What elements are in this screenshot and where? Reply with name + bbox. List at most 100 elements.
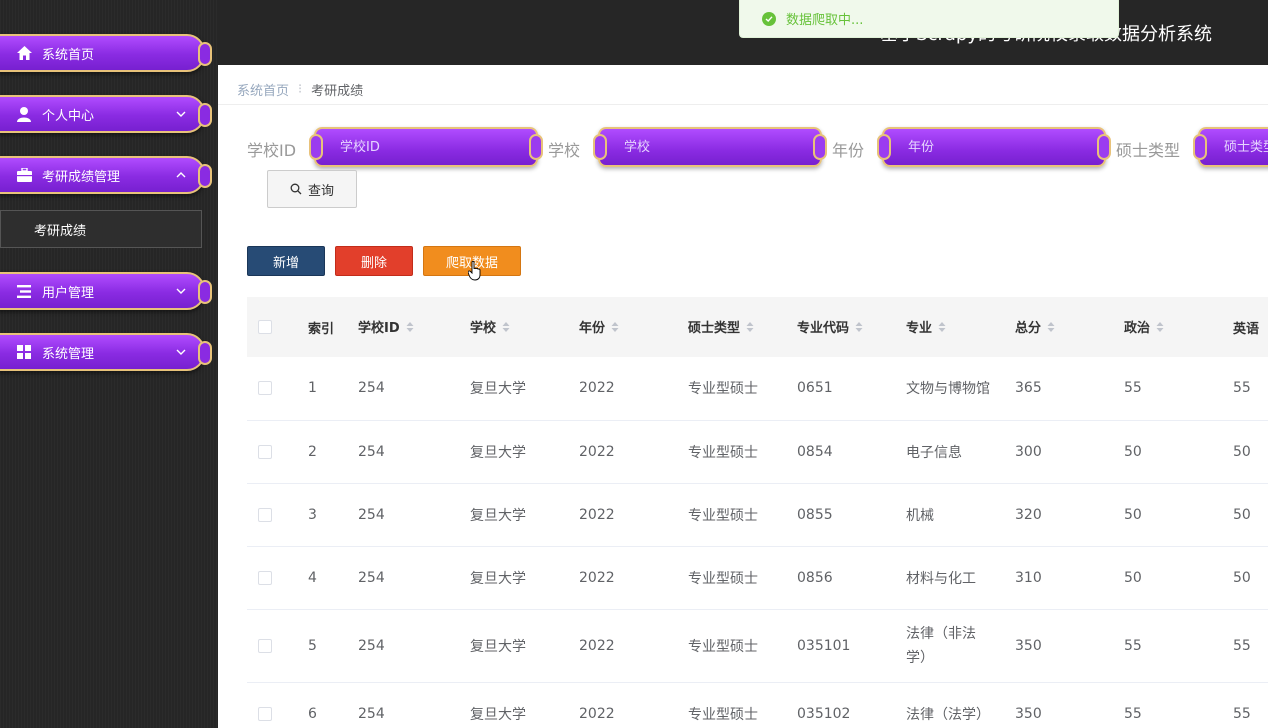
input-cap-decoration — [877, 134, 891, 160]
column-header-sortable[interactable]: 总分 — [1015, 297, 1124, 357]
table-cell: 50 — [1233, 506, 1251, 523]
year-input-wrap — [877, 127, 1111, 167]
hand-cursor-icon — [467, 260, 482, 285]
row-select-cell — [247, 357, 308, 420]
column-header-label: 专业代码 — [797, 321, 850, 337]
column-header-sortable[interactable]: 学校 — [470, 297, 579, 357]
row-checkbox[interactable] — [258, 507, 272, 522]
sidebar-item-home[interactable]: 系统首页 — [0, 34, 212, 72]
table-cell: 复旦大学 — [470, 638, 526, 655]
sidebar-item-label: 系统管理 — [42, 346, 95, 362]
breadcrumb-home[interactable]: 系统首页 — [237, 80, 289, 99]
row-checkbox[interactable] — [258, 706, 272, 721]
add-button[interactable]: 新增 — [247, 246, 325, 276]
query-button[interactable]: 查询 — [267, 170, 357, 208]
column-header-label: 学校 — [470, 321, 497, 337]
row-select-cell — [247, 546, 308, 609]
sidebar-item-personal-center[interactable]: 个人中心 — [0, 95, 212, 133]
column-header-label: 英语 — [1233, 321, 1260, 337]
table-cell: 4 — [308, 569, 317, 586]
home-icon — [16, 45, 32, 61]
sort-icon[interactable] — [502, 321, 510, 337]
row-checkbox[interactable] — [258, 444, 272, 459]
scores-table: 索引 学校ID 学校 年份 硕士类型 专业代码 专业 总分 政治 英语 1 25… — [247, 297, 1268, 728]
table-cell: 0856 — [797, 569, 833, 586]
input-cap-decoration — [529, 134, 543, 160]
sidebar-item-system-management[interactable]: 系统管理 — [0, 333, 212, 371]
table-cell: 复旦大学 — [470, 706, 526, 723]
column-header-sortable[interactable]: 专业 — [906, 297, 1015, 357]
column-header-label: 年份 — [579, 321, 606, 337]
breadcrumb: 系统首页 ⁝ 考研成绩 — [237, 80, 363, 99]
input-cap-decoration — [813, 134, 827, 160]
column-header-label: 学校ID — [358, 321, 400, 337]
table-header-row: 索引 学校ID 学校 年份 硕士类型 专业代码 专业 总分 政治 英语 — [247, 297, 1268, 357]
year-input[interactable] — [884, 129, 1104, 165]
main-content: 系统首页 ⁝ 考研成绩 学校ID 学校 年份 硕士类型 查询 新增 删除 爬取数… — [218, 65, 1268, 728]
row-checkbox[interactable] — [258, 570, 272, 585]
table-cell: 专业型硕士 — [688, 570, 758, 587]
table-cell: 254 — [358, 443, 385, 460]
table-cell: 254 — [358, 380, 385, 397]
table-cell: 复旦大学 — [470, 444, 526, 461]
breadcrumb-separator: ⁝ — [298, 82, 303, 97]
sort-icon[interactable] — [611, 321, 619, 337]
table-cell: 254 — [358, 506, 385, 523]
column-header-sortable[interactable]: 专业代码 — [797, 297, 906, 357]
input-cap-decoration — [593, 134, 607, 160]
row-select-cell — [247, 682, 308, 728]
sidebar-item-user-management[interactable]: 用户管理 — [0, 272, 212, 310]
table-cell: 55 — [1124, 637, 1142, 654]
sort-icon[interactable] — [1047, 321, 1055, 337]
sort-icon[interactable] — [406, 321, 414, 337]
school-id-input[interactable] — [316, 129, 536, 165]
table-row: 3 254 复旦大学 2022 专业型硕士 0855 机械 320 50 50 — [247, 483, 1268, 546]
table-cell: 254 — [358, 705, 385, 722]
column-header-sortable[interactable]: 年份 — [579, 297, 688, 357]
degree-type-input[interactable] — [1200, 129, 1268, 165]
column-header-sortable[interactable]: 学校ID — [358, 297, 470, 357]
major-text: 法律（非法学） — [906, 625, 976, 666]
sort-icon[interactable] — [855, 321, 863, 337]
select-all-checkbox[interactable] — [258, 320, 272, 334]
sidebar-item-label: 考研成绩管理 — [42, 169, 121, 185]
table-cell: 复旦大学 — [470, 507, 526, 524]
table-cell: 300 — [1015, 443, 1042, 460]
row-checkbox[interactable] — [258, 638, 272, 653]
sort-icon[interactable] — [938, 321, 946, 337]
input-cap-decoration — [309, 134, 323, 160]
toast-message: 数据爬取中... — [786, 13, 864, 28]
chevron-up-icon — [175, 169, 187, 181]
crawling-toast: 数据爬取中... — [739, 0, 1119, 38]
sidebar-subitem-exam-scores[interactable]: 考研成绩 — [0, 210, 202, 248]
sort-icon[interactable] — [746, 321, 754, 337]
table-cell: 0854 — [797, 443, 833, 460]
table-cell: 3 — [308, 506, 317, 523]
row-checkbox[interactable] — [258, 381, 272, 396]
table-cell: 254 — [358, 569, 385, 586]
column-header-sortable[interactable]: 政治 — [1124, 297, 1233, 357]
table-cell: 机械 — [906, 507, 934, 524]
table-cell: 50 — [1124, 569, 1142, 586]
delete-button[interactable]: 删除 — [335, 246, 413, 276]
success-check-icon — [762, 11, 776, 26]
search-label-degree-type: 硕士类型 — [1116, 141, 1181, 160]
table-cell: 法律（非法学） — [906, 609, 1015, 682]
search-icon — [290, 183, 302, 195]
table-cell: 5 — [308, 637, 317, 654]
column-header-sortable[interactable]: 硕士类型 — [688, 297, 797, 357]
table-cell: 专业型硕士 — [688, 444, 758, 461]
sort-icon[interactable] — [1156, 321, 1164, 337]
column-header-sortable[interactable]: 英语 — [1233, 297, 1268, 357]
school-input[interactable] — [600, 129, 820, 165]
search-label-school: 学校 — [548, 141, 581, 160]
query-button-label: 查询 — [307, 183, 334, 199]
chevron-down-icon — [175, 285, 187, 297]
chevron-down-icon — [175, 346, 187, 358]
sidebar: 系统首页 个人中心 考研成绩管理 考研成绩 用户管理 系统管理 — [0, 0, 218, 728]
menu-knob-decoration — [198, 280, 212, 304]
table-cell: 1 — [308, 380, 317, 397]
sidebar-item-exam-score-management[interactable]: 考研成绩管理 — [0, 156, 212, 194]
table-cell: 365 — [1015, 380, 1042, 397]
table-cell: 专业型硕士 — [688, 381, 758, 398]
